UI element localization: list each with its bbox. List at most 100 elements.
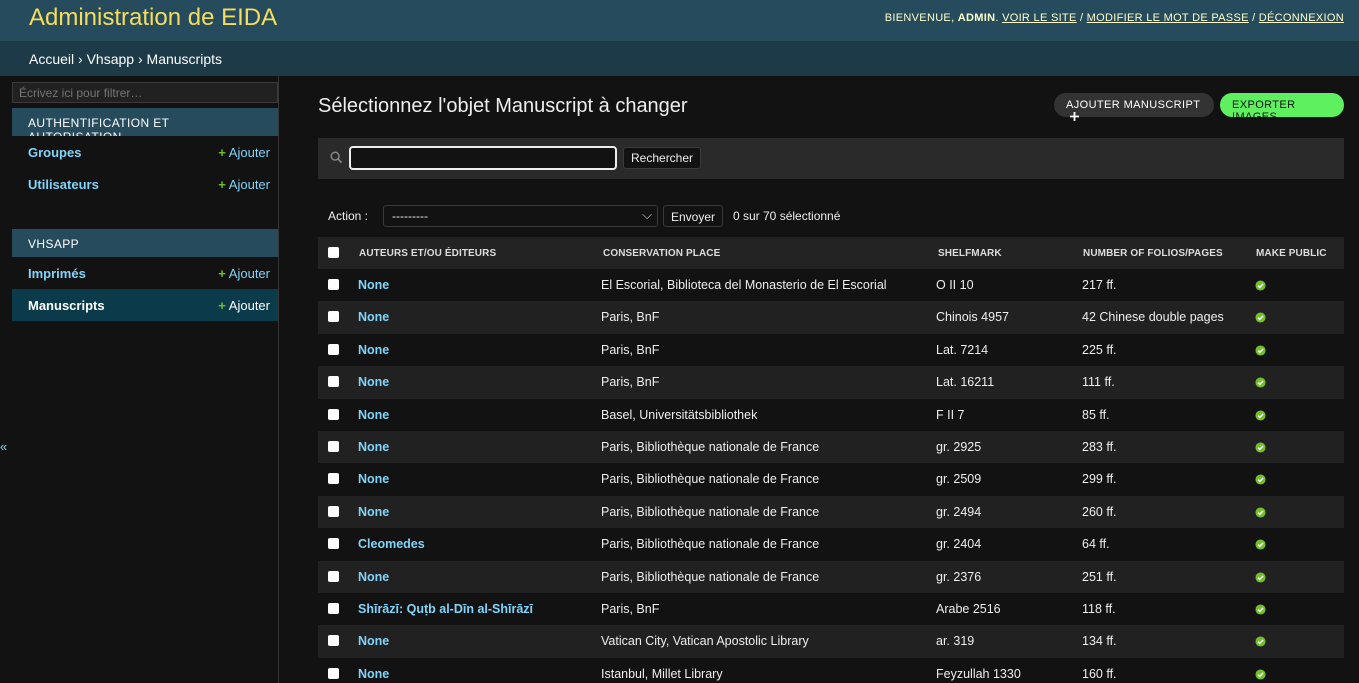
folios-cell: 42 Chinese double pages — [1082, 310, 1224, 325]
conservation-place-cell: Paris, Bibliothèque nationale de France — [601, 569, 820, 584]
search-button[interactable]: Rechercher — [623, 147, 702, 169]
folios-cell: 134 ff. — [1082, 634, 1117, 649]
view-site-link[interactable]: Voir le site — [1002, 12, 1077, 24]
breadcrumb-home-link[interactable]: Accueil — [29, 51, 74, 67]
folios-cell: 118 ff. — [1082, 601, 1116, 616]
row-checkbox[interactable] — [328, 667, 339, 679]
folios-cell: 160 ff. — [1082, 666, 1117, 681]
result-table: Auteurs et/ou éditeurs Conservation plac… — [318, 237, 1344, 683]
module-caption-auth[interactable]: AUTHENTIFICATION ET AUTORISATION — [12, 108, 278, 144]
conservation-place-cell: Paris, BnF — [601, 342, 660, 357]
table-body: None El Escorial, Biblioteca del Monaster… — [318, 269, 1344, 683]
search-input[interactable] — [349, 146, 617, 170]
row-checkbox[interactable] — [328, 440, 339, 452]
row-checkbox[interactable] — [328, 408, 339, 420]
conservation-place-cell: Paris, BnF — [601, 310, 660, 325]
conservation-place-cell: Basel, Universitätsbibliothek — [601, 407, 758, 422]
nav-filter-input[interactable] — [12, 82, 278, 103]
shelfmark-cell: Arabe 2516 — [936, 601, 1001, 616]
check-circle-icon — [1255, 377, 1266, 388]
author-link[interactable]: None — [358, 343, 389, 357]
select-all-checkbox[interactable] — [328, 247, 339, 258]
sidebar-item-label[interactable]: Utilisateurs — [28, 177, 99, 192]
logout-link[interactable]: Déconnexion — [1259, 12, 1344, 24]
column-header-authors[interactable]: Auteurs et/ou éditeurs — [359, 248, 496, 259]
check-circle-icon — [1255, 345, 1266, 356]
column-header-shelfmark[interactable]: Shelfmark — [938, 248, 1002, 259]
check-circle-icon — [1255, 604, 1266, 615]
author-link[interactable]: Shīrāzī: Quṭb al-Dīn al-Shīrāzī — [358, 602, 533, 616]
row-checkbox[interactable] — [328, 505, 339, 517]
plus-icon: + — [218, 266, 226, 281]
change-password-link[interactable]: Modifier le mot de passe — [1087, 12, 1249, 24]
check-circle-icon — [1255, 507, 1266, 518]
author-link[interactable]: None — [358, 505, 389, 519]
row-checkbox[interactable] — [328, 635, 339, 647]
row-checkbox[interactable] — [328, 311, 339, 323]
folios-cell: 217 ff. — [1082, 278, 1117, 292]
table-row: None Paris, Bibliothèque nationale de Fra… — [318, 495, 1344, 529]
row-checkbox[interactable] — [328, 473, 339, 485]
action-label: Action : — [328, 209, 369, 223]
folios-cell: 260 ff. — [1082, 504, 1117, 519]
row-checkbox[interactable] — [328, 279, 339, 290]
sidebar-item-manuscripts: Manuscripts + Ajouter — [12, 289, 278, 321]
check-circle-icon — [1255, 442, 1266, 453]
sidebar-item-imprimes: Imprimés + Ajouter — [12, 257, 278, 289]
check-circle-icon — [1255, 410, 1266, 421]
author-link[interactable]: None — [358, 472, 389, 486]
add-group-link[interactable]: + Ajouter — [218, 145, 270, 160]
row-checkbox[interactable] — [328, 538, 339, 550]
shelfmark-cell: gr. 2925 — [936, 439, 982, 454]
breadcrumb-separator: › — [78, 51, 83, 67]
author-link[interactable]: None — [358, 310, 389, 324]
author-link[interactable]: Cleomedes — [358, 537, 425, 551]
author-link[interactable]: None — [358, 278, 389, 292]
author-link[interactable]: None — [358, 570, 389, 584]
add-user-link[interactable]: + Ajouter — [218, 177, 270, 192]
sidebar-item-label[interactable]: Imprimés — [28, 266, 86, 281]
table-row: None Istanbul, Millet Library Feyzullah 13… — [318, 657, 1344, 683]
folios-cell: 111 ff. — [1082, 375, 1115, 390]
table-header: Auteurs et/ou éditeurs Conservation plac… — [318, 237, 1344, 269]
row-checkbox[interactable] — [328, 570, 339, 582]
shelfmark-cell: gr. 2376 — [936, 569, 982, 584]
add-imprime-link[interactable]: + Ajouter — [218, 266, 270, 281]
column-header-conservation-place[interactable]: Conservation place — [603, 248, 720, 259]
table-row: Shīrāzī: Quṭb al-Dīn al-Shīrāzī Paris, Bn… — [318, 592, 1344, 626]
shelfmark-cell: Chinois 4957 — [936, 310, 1009, 325]
toggle-sidebar-button[interactable]: « — [0, 439, 7, 454]
breadcrumb-app-link[interactable]: Vhsapp — [87, 51, 134, 67]
row-checkbox[interactable] — [328, 376, 339, 388]
author-link[interactable]: None — [358, 667, 389, 681]
breadcrumb: Accueil › Vhsapp › Manuscripts — [0, 41, 1359, 76]
plus-icon: + — [218, 298, 226, 313]
site-branding[interactable]: Administration de EIDA — [29, 4, 277, 32]
go-button[interactable]: Envoyer — [663, 205, 724, 227]
sidebar-item-label[interactable]: Manuscripts — [28, 298, 105, 313]
table-row: None Paris, Bibliothèque nationale de Fra… — [318, 560, 1344, 593]
author-link[interactable]: None — [358, 408, 389, 422]
folios-cell: 283 ff. — [1082, 439, 1117, 454]
table-row: None Basel, Universitätsbibliothek F II 7 8… — [318, 398, 1344, 431]
column-header-folios[interactable]: Number of folios/pages — [1083, 248, 1223, 259]
conservation-place-cell: Paris, BnF — [601, 601, 660, 616]
action-select[interactable]: --------- ⌵ — [383, 205, 658, 227]
sidebar-item-label[interactable]: Groupes — [28, 145, 81, 160]
sidebar-item-groups: Groupes + Ajouter — [12, 136, 278, 168]
breadcrumb-separator: › — [137, 51, 143, 67]
module-caption-vhsapp[interactable]: VHSAPP — [12, 229, 278, 258]
sidebar-item-users: Utilisateurs + Ajouter — [12, 168, 278, 200]
add-label: Ajouter — [228, 177, 270, 192]
row-checkbox[interactable] — [328, 602, 339, 614]
author-link[interactable]: None — [358, 634, 389, 648]
export-images-button[interactable]: Exporter images — [1220, 93, 1344, 123]
check-circle-icon — [1255, 571, 1266, 583]
add-manuscript-link[interactable]: + Ajouter — [218, 298, 270, 313]
column-header-make-public[interactable]: Make public — [1256, 248, 1327, 259]
author-link[interactable]: None — [358, 375, 389, 389]
add-manuscript-button[interactable]: Ajouter Manuscript — [1054, 93, 1214, 121]
row-checkbox[interactable] — [328, 343, 339, 355]
author-link[interactable]: None — [358, 440, 389, 454]
plus-icon — [1070, 112, 1079, 121]
